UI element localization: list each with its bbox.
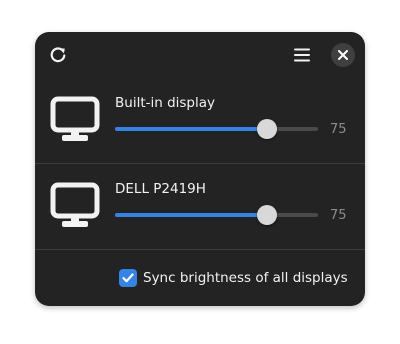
brightness-slider[interactable] <box>115 118 318 140</box>
slider-knob[interactable] <box>257 205 278 225</box>
monitor-icon <box>50 182 100 227</box>
display-name: DELL P2419H <box>115 181 206 197</box>
sync-checkbox[interactable] <box>119 269 137 287</box>
slider-fill <box>115 127 268 131</box>
slider-track <box>115 127 318 131</box>
sync-brightness-option[interactable]: Sync brightness of all displays <box>119 267 348 289</box>
sync-label: Sync brightness of all displays <box>143 270 348 286</box>
divider <box>35 249 365 250</box>
display-name: Built-in display <box>115 95 216 111</box>
checkmark-icon <box>122 273 134 283</box>
hamburger-menu-icon <box>294 48 310 62</box>
close-icon <box>338 50 348 60</box>
menu-button[interactable] <box>290 43 314 67</box>
refresh-icon <box>50 47 66 63</box>
header-bar <box>35 32 365 78</box>
slider-fill <box>115 213 268 217</box>
brightness-value: 75 <box>330 122 347 137</box>
display-row-dell: DELL P2419H 75 <box>35 164 365 250</box>
display-row-builtin: Built-in display 75 <box>35 78 365 164</box>
monitor-icon <box>50 96 100 141</box>
slider-track <box>115 213 318 217</box>
slider-knob[interactable] <box>257 119 278 139</box>
brightness-slider[interactable] <box>115 204 318 226</box>
brightness-value: 75 <box>330 208 347 223</box>
brightness-popup: Built-in display 75 DELL P2419H 75 Sync … <box>35 32 365 306</box>
close-button[interactable] <box>331 43 355 67</box>
refresh-button[interactable] <box>46 43 70 67</box>
